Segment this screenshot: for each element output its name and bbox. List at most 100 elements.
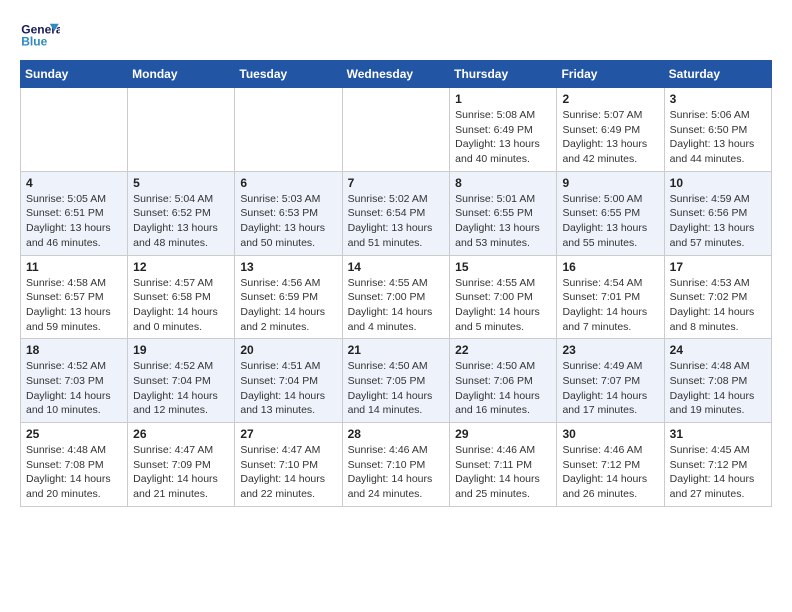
calendar-day-cell: 12Sunrise: 4:57 AM Sunset: 6:58 PM Dayli… (128, 255, 235, 339)
day-info: Sunrise: 5:00 AM Sunset: 6:55 PM Dayligh… (562, 192, 658, 251)
weekday-header-wednesday: Wednesday (342, 61, 450, 88)
calendar-day-cell: 11 Sunrise: 4:58 AM Sunset: 6:57 PM Dayli… (21, 255, 128, 339)
calendar-day-cell: 15 Sunrise: 4:55 AM Sunset: 7:00 PM Dayli… (450, 255, 557, 339)
day-number: 28 (348, 427, 445, 441)
day-number: 7 (348, 176, 445, 190)
day-number: 14 (348, 260, 445, 274)
empty-day-cell (342, 88, 450, 172)
calendar-day-cell: 18Sunrise: 4:52 AM Sunset: 7:03 PM Dayli… (21, 339, 128, 423)
day-info: Sunrise: 4:47 AM Sunset: 7:10 PM Dayligh… (240, 443, 336, 502)
empty-day-cell (235, 88, 342, 172)
day-number: 5 (133, 176, 229, 190)
day-number: 23 (562, 343, 658, 357)
day-info: Sunrise: 5:04 AM Sunset: 6:52 PM Dayligh… (133, 192, 229, 251)
day-number: 20 (240, 343, 336, 357)
calendar-day-cell: 19 Sunrise: 4:52 AM Sunset: 7:04 PM Dayli… (128, 339, 235, 423)
day-number: 6 (240, 176, 336, 190)
day-number: 15 (455, 260, 551, 274)
calendar-week-row: 18Sunrise: 4:52 AM Sunset: 7:03 PM Dayli… (21, 339, 772, 423)
calendar-day-cell: 2 Sunrise: 5:07 AM Sunset: 6:49 PM Daylig… (557, 88, 664, 172)
day-info: Sunrise: 4:55 AM Sunset: 7:00 PM Dayligh… (348, 276, 445, 335)
day-number: 19 (133, 343, 229, 357)
day-number: 24 (670, 343, 766, 357)
day-number: 2 (562, 92, 658, 106)
calendar-day-cell: 3 Sunrise: 5:06 AM Sunset: 6:50 PM Daylig… (664, 88, 771, 172)
day-info: Sunrise: 4:54 AM Sunset: 7:01 PM Dayligh… (562, 276, 658, 335)
day-number: 8 (455, 176, 551, 190)
day-number: 17 (670, 260, 766, 274)
weekday-header-saturday: Saturday (664, 61, 771, 88)
day-info: Sunrise: 4:58 AM Sunset: 6:57 PM Dayligh… (26, 276, 122, 335)
day-info: Sunrise: 4:48 AM Sunset: 7:08 PM Dayligh… (26, 443, 122, 502)
empty-day-cell (128, 88, 235, 172)
calendar-day-cell: 26 Sunrise: 4:47 AM Sunset: 7:09 PM Dayli… (128, 423, 235, 507)
day-number: 13 (240, 260, 336, 274)
day-number: 18 (26, 343, 122, 357)
calendar-table: SundayMondayTuesdayWednesdayThursdayFrid… (20, 60, 772, 507)
calendar-day-cell: 22Sunrise: 4:50 AM Sunset: 7:06 PM Dayli… (450, 339, 557, 423)
day-info: Sunrise: 4:52 AM Sunset: 7:04 PM Dayligh… (133, 359, 229, 418)
day-info: Sunrise: 5:08 AM Sunset: 6:49 PM Dayligh… (455, 108, 551, 167)
weekday-header-friday: Friday (557, 61, 664, 88)
day-info: Sunrise: 4:47 AM Sunset: 7:09 PM Dayligh… (133, 443, 229, 502)
day-info: Sunrise: 5:06 AM Sunset: 6:50 PM Dayligh… (670, 108, 766, 167)
calendar-day-cell: 17 Sunrise: 4:53 AM Sunset: 7:02 PM Dayli… (664, 255, 771, 339)
day-info: Sunrise: 4:59 AM Sunset: 6:56 PM Dayligh… (670, 192, 766, 251)
day-number: 26 (133, 427, 229, 441)
calendar-day-cell: 14 Sunrise: 4:55 AM Sunset: 7:00 PM Dayli… (342, 255, 450, 339)
day-number: 4 (26, 176, 122, 190)
weekday-header-thursday: Thursday (450, 61, 557, 88)
day-number: 1 (455, 92, 551, 106)
day-number: 16 (562, 260, 658, 274)
calendar-day-cell: 27 Sunrise: 4:47 AM Sunset: 7:10 PM Dayli… (235, 423, 342, 507)
calendar-day-cell: 4 Sunrise: 5:05 AM Sunset: 6:51 PM Daylig… (21, 171, 128, 255)
day-info: Sunrise: 5:07 AM Sunset: 6:49 PM Dayligh… (562, 108, 658, 167)
calendar-day-cell: 29 Sunrise: 4:46 AM Sunset: 7:11 PM Dayli… (450, 423, 557, 507)
calendar-week-row: 11 Sunrise: 4:58 AM Sunset: 6:57 PM Dayli… (21, 255, 772, 339)
day-number: 21 (348, 343, 445, 357)
day-number: 12 (133, 260, 229, 274)
day-info: Sunrise: 4:48 AM Sunset: 7:08 PM Dayligh… (670, 359, 766, 418)
calendar-day-cell: 25Sunrise: 4:48 AM Sunset: 7:08 PM Dayli… (21, 423, 128, 507)
day-number: 27 (240, 427, 336, 441)
day-info: Sunrise: 4:56 AM Sunset: 6:59 PM Dayligh… (240, 276, 336, 335)
day-number: 29 (455, 427, 551, 441)
day-info: Sunrise: 4:46 AM Sunset: 7:12 PM Dayligh… (562, 443, 658, 502)
calendar-day-cell: 8Sunrise: 5:01 AM Sunset: 6:55 PM Daylig… (450, 171, 557, 255)
calendar-day-cell: 9 Sunrise: 5:00 AM Sunset: 6:55 PM Daylig… (557, 171, 664, 255)
day-number: 22 (455, 343, 551, 357)
calendar-week-row: 1 Sunrise: 5:08 AM Sunset: 6:49 PM Daylig… (21, 88, 772, 172)
calendar-day-cell: 1 Sunrise: 5:08 AM Sunset: 6:49 PM Daylig… (450, 88, 557, 172)
calendar-day-cell: 21 Sunrise: 4:50 AM Sunset: 7:05 PM Dayli… (342, 339, 450, 423)
calendar-day-cell: 23 Sunrise: 4:49 AM Sunset: 7:07 PM Dayli… (557, 339, 664, 423)
day-number: 9 (562, 176, 658, 190)
day-info: Sunrise: 4:49 AM Sunset: 7:07 PM Dayligh… (562, 359, 658, 418)
day-info: Sunrise: 4:46 AM Sunset: 7:11 PM Dayligh… (455, 443, 551, 502)
day-number: 11 (26, 260, 122, 274)
day-info: Sunrise: 5:03 AM Sunset: 6:53 PM Dayligh… (240, 192, 336, 251)
calendar-day-cell: 30 Sunrise: 4:46 AM Sunset: 7:12 PM Dayli… (557, 423, 664, 507)
day-info: Sunrise: 4:46 AM Sunset: 7:10 PM Dayligh… (348, 443, 445, 502)
page-header: General Blue (20, 20, 772, 50)
calendar-day-cell: 31Sunrise: 4:45 AM Sunset: 7:12 PM Dayli… (664, 423, 771, 507)
calendar-day-cell: 13 Sunrise: 4:56 AM Sunset: 6:59 PM Dayli… (235, 255, 342, 339)
weekday-header-tuesday: Tuesday (235, 61, 342, 88)
day-number: 3 (670, 92, 766, 106)
calendar-day-cell: 10Sunrise: 4:59 AM Sunset: 6:56 PM Dayli… (664, 171, 771, 255)
day-info: Sunrise: 4:53 AM Sunset: 7:02 PM Dayligh… (670, 276, 766, 335)
day-info: Sunrise: 4:51 AM Sunset: 7:04 PM Dayligh… (240, 359, 336, 418)
empty-day-cell (21, 88, 128, 172)
day-info: Sunrise: 4:50 AM Sunset: 7:05 PM Dayligh… (348, 359, 445, 418)
calendar-day-cell: 16 Sunrise: 4:54 AM Sunset: 7:01 PM Dayli… (557, 255, 664, 339)
day-info: Sunrise: 4:55 AM Sunset: 7:00 PM Dayligh… (455, 276, 551, 335)
calendar-day-cell: 6 Sunrise: 5:03 AM Sunset: 6:53 PM Daylig… (235, 171, 342, 255)
weekday-header-sunday: Sunday (21, 61, 128, 88)
weekday-header-monday: Monday (128, 61, 235, 88)
calendar-week-row: 4 Sunrise: 5:05 AM Sunset: 6:51 PM Daylig… (21, 171, 772, 255)
day-info: Sunrise: 5:05 AM Sunset: 6:51 PM Dayligh… (26, 192, 122, 251)
day-info: Sunrise: 4:45 AM Sunset: 7:12 PM Dayligh… (670, 443, 766, 502)
day-number: 30 (562, 427, 658, 441)
calendar-header-row: SundayMondayTuesdayWednesdayThursdayFrid… (21, 61, 772, 88)
day-info: Sunrise: 5:02 AM Sunset: 6:54 PM Dayligh… (348, 192, 445, 251)
calendar-week-row: 25Sunrise: 4:48 AM Sunset: 7:08 PM Dayli… (21, 423, 772, 507)
